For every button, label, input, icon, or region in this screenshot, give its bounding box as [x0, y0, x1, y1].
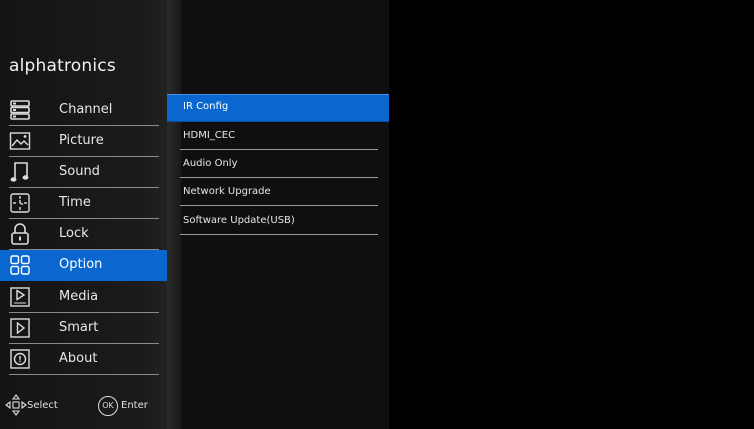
divider [180, 205, 378, 206]
submenu-item-label: Software Update(USB) [183, 215, 295, 226]
menu-item-option[interactable]: Option [0, 250, 167, 281]
submenu-item-label: HDMI_CEC [183, 130, 236, 141]
menu-item-label: Option [59, 257, 103, 272]
smart-icon [9, 317, 31, 339]
menu-item-label: Sound [59, 164, 100, 179]
menu-item-label: Lock [59, 226, 89, 241]
enter-hint-label: Enter [121, 400, 148, 411]
option-icon [9, 254, 31, 276]
menu-item-about[interactable]: About [0, 344, 167, 375]
menu-item-sound[interactable]: Sound [0, 157, 167, 188]
menu-item-label: Picture [59, 133, 104, 148]
submenu-item-label: Network Upgrade [183, 186, 271, 197]
about-icon [9, 348, 31, 370]
channel-icon [9, 99, 31, 121]
brand-logo: alphatronics [9, 56, 116, 76]
dpad-icon [5, 394, 27, 416]
menu-item-label: Time [59, 195, 91, 210]
divider [180, 149, 378, 150]
menu-item-channel[interactable]: Channel [0, 95, 167, 126]
submenu-item-hdmi-cec[interactable]: HDMI_CEC [172, 124, 378, 150]
submenu-item-ir-config[interactable]: IR Config [167, 94, 389, 122]
select-hint-label: Select [27, 400, 58, 411]
divider [180, 177, 378, 178]
menu-item-picture[interactable]: Picture [0, 126, 167, 157]
submenu-item-label: Audio Only [183, 158, 238, 169]
lock-icon [9, 223, 31, 245]
media-icon [9, 286, 31, 308]
menu-item-label: Media [59, 289, 99, 304]
ok-button-icon: OK [98, 396, 118, 416]
menu-item-label: About [59, 351, 98, 366]
picture-icon [9, 130, 31, 152]
menu-item-smart[interactable]: Smart [0, 313, 167, 344]
menu-item-label: Smart [59, 320, 99, 335]
sound-icon [9, 161, 31, 183]
time-icon [9, 192, 31, 214]
menu-item-label: Channel [59, 102, 113, 117]
submenu-item-label: IR Config [183, 101, 229, 112]
submenu-item-network-upgrade[interactable]: Network Upgrade [172, 180, 378, 206]
submenu-item-audio-only[interactable]: Audio Only [172, 152, 378, 178]
divider [180, 234, 378, 235]
menu-item-time[interactable]: Time [0, 188, 167, 219]
divider [9, 374, 159, 375]
menu-item-media[interactable]: Media [0, 282, 167, 313]
menu-item-lock[interactable]: Lock [0, 219, 167, 250]
submenu-item-software-update-usb[interactable]: Software Update(USB) [172, 209, 378, 235]
